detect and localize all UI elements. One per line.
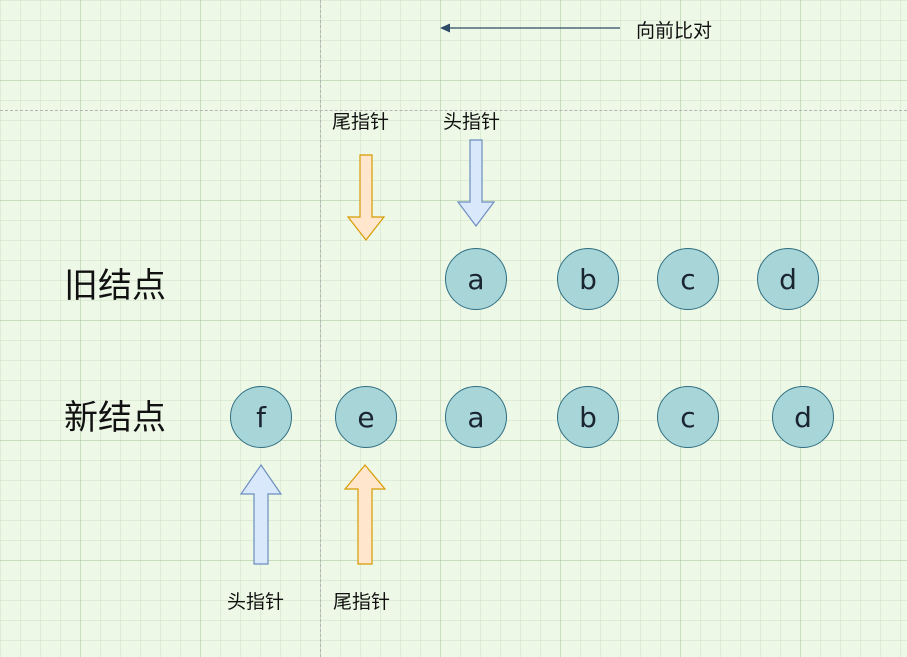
new-node-c: c [657,386,719,448]
compare-direction-label: 向前比对 [636,20,713,42]
old-node-d: d [757,248,819,310]
new-tail-pointer-label: 尾指针 [333,591,391,613]
new-tail-pointer-arrow [343,464,387,565]
old-node-b: b [557,248,619,310]
old-node-a: a [445,248,507,310]
compare-direction-arrowhead [440,23,450,33]
new-nodes-row-label: 新结点 [64,398,166,438]
new-node-b: b [557,386,619,448]
old-node-c: c [657,248,719,310]
new-node-f: f [230,386,292,448]
old-tail-pointer-arrow [346,154,386,241]
old-head-pointer-label: 头指针 [443,111,501,133]
new-node-e: e [335,386,397,448]
old-head-pointer-arrow [456,139,496,227]
new-head-pointer-label: 头指针 [227,591,285,613]
arrows-layer [239,23,620,565]
new-node-d: d [772,386,834,448]
old-tail-pointer-label: 尾指针 [332,111,390,133]
new-head-pointer-arrow [239,463,283,565]
new-node-a: a [445,386,507,448]
old-nodes-row-label: 旧结点 [64,266,166,306]
